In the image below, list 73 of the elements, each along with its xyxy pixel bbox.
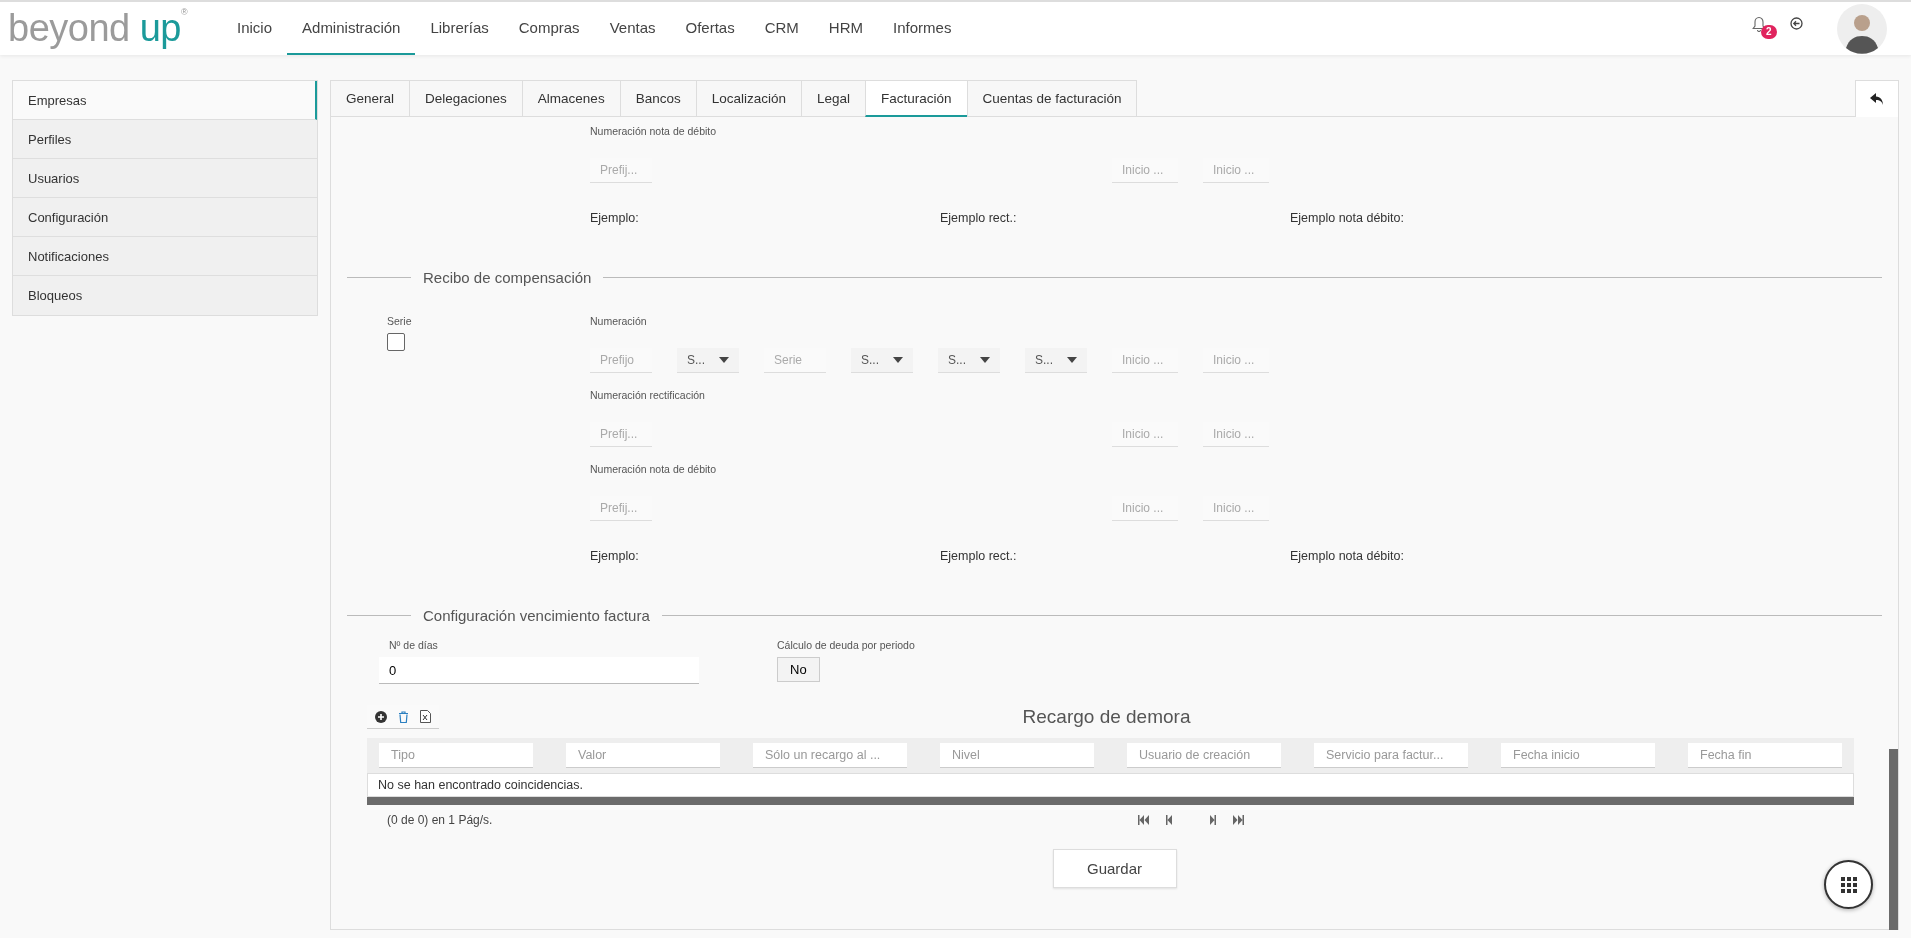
toggle-button[interactable]: No xyxy=(777,657,820,682)
nav-tab[interactable]: Compras xyxy=(503,2,595,55)
table-title: Recargo de demora xyxy=(1022,706,1191,728)
column-filter-field[interactable]: Tipo xyxy=(379,743,533,768)
tab[interactable]: Facturación xyxy=(865,80,967,117)
caret-icon xyxy=(893,356,903,363)
example-label: Ejemplo rect.: xyxy=(940,211,1018,225)
field-label: Numeración xyxy=(590,315,648,329)
avatar[interactable] xyxy=(1837,3,1887,54)
field-label: Numeración nota de débito xyxy=(590,463,718,477)
tab[interactable]: Cuentas de facturación xyxy=(966,80,1138,117)
example-label: Ejemplo: xyxy=(590,549,640,563)
field-label: Serie xyxy=(387,315,413,329)
next-page-icon[interactable] xyxy=(1208,815,1217,825)
vertical-scrollbar[interactable] xyxy=(1889,749,1898,930)
save-button[interactable]: Guardar xyxy=(1052,849,1177,888)
select-field[interactable]: S... xyxy=(851,347,913,373)
column-filter-field[interactable]: Usuario de creación xyxy=(1127,743,1281,768)
field-label: Numeración nota de débito xyxy=(590,125,718,139)
pagination-info: (0 de 0) en 1 Pág/s. xyxy=(387,813,493,827)
nav-tab[interactable]: Ofertas xyxy=(670,2,750,55)
field-label: Numeración rectificación xyxy=(590,389,706,403)
column-filter-field[interactable]: Nivel xyxy=(940,743,1094,768)
column-filter-field[interactable]: Sólo un recargo al ... xyxy=(753,743,907,768)
section-title: Configuración vencimiento factura xyxy=(422,606,651,624)
nav-tab[interactable]: Librerías xyxy=(415,2,504,55)
select-field[interactable]: S... xyxy=(677,347,739,373)
last-page-icon[interactable] xyxy=(1231,815,1245,825)
notification-badge: 2 xyxy=(1761,24,1777,39)
bell-icon[interactable] xyxy=(1752,15,1766,32)
column-filter-field[interactable]: Fecha fin xyxy=(1688,743,1842,768)
tab[interactable]: Localización xyxy=(695,80,801,117)
example-label: Ejemplo rect.: xyxy=(940,549,1018,563)
reply-arrow-icon xyxy=(1870,93,1884,105)
checkbox[interactable] xyxy=(387,333,405,351)
nav-tab[interactable]: HRM xyxy=(813,2,879,55)
column-filter-field[interactable]: Fecha inicio xyxy=(1501,743,1655,768)
empty-message: No se han encontrado coincidencias. xyxy=(367,773,1854,797)
horizontal-scrollbar[interactable] xyxy=(367,797,1854,805)
column-filter-field[interactable]: Valor xyxy=(566,743,720,768)
tab[interactable]: Legal xyxy=(800,80,865,117)
select-field[interactable]: S... xyxy=(938,347,1000,373)
nav-tab[interactable]: CRM xyxy=(749,2,814,55)
column-filter-field[interactable]: Servicio para factur... xyxy=(1314,743,1468,768)
tab[interactable]: Almacenes xyxy=(521,80,620,117)
nav-tab[interactable]: Ventas xyxy=(594,2,671,55)
example-label: Ejemplo nota débito: xyxy=(1290,211,1405,225)
nav-tab[interactable]: Informes xyxy=(878,2,967,55)
select-field[interactable]: S... xyxy=(1025,347,1087,373)
caret-icon xyxy=(1067,356,1077,363)
back-button[interactable] xyxy=(1855,80,1899,117)
tab[interactable]: Delegaciones xyxy=(409,80,522,117)
grid-icon xyxy=(1840,876,1857,893)
section-title: Recibo de compensación xyxy=(422,268,593,286)
trash-icon[interactable] xyxy=(398,710,409,723)
caret-icon xyxy=(980,356,990,363)
sidebar-item[interactable]: Empresas xyxy=(13,81,317,120)
back-circle-icon[interactable] xyxy=(1790,17,1803,30)
caret-icon xyxy=(719,356,729,363)
previous-page-icon[interactable] xyxy=(1165,815,1174,825)
days-input[interactable]: 0 xyxy=(379,657,699,684)
example-label: Ejemplo nota débito: xyxy=(1290,549,1405,563)
spreadsheet-icon[interactable] xyxy=(420,710,431,723)
nav-tab[interactable]: Administración xyxy=(287,2,416,55)
field-label: Nº de días xyxy=(388,639,439,653)
logo: beyond up$^{®}$ xyxy=(7,7,189,50)
example-label: Ejemplo: xyxy=(590,211,640,225)
field-label: Cálculo de deuda por periodo xyxy=(777,639,915,653)
first-page-icon[interactable] xyxy=(1137,815,1151,825)
tab[interactable]: General xyxy=(330,80,410,117)
tab[interactable]: Bancos xyxy=(619,80,696,117)
nav-tab[interactable]: Inicio xyxy=(222,2,288,55)
add-icon[interactable] xyxy=(375,710,387,723)
